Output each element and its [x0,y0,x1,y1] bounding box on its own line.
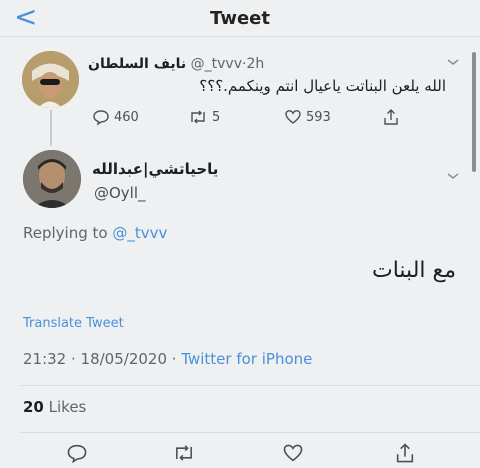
share-icon [384,109,398,125]
likes-summary[interactable]: 20 Likes [23,398,86,416]
share-button[interactable] [394,442,416,468]
like-count: 593 [306,109,331,125]
like-button[interactable]: 593 [284,108,331,126]
retweet-button[interactable] [172,442,196,468]
reply-count: 460 [114,109,139,125]
likes-count: 20 [23,398,44,416]
thread-line [50,110,52,146]
reply-icon [93,110,109,126]
tweet-timestamp: 21:32 · 18/05/2020 · [23,350,182,368]
avatar-image [23,150,81,208]
share-button[interactable] [382,108,400,126]
reply-icon [67,444,87,464]
tweet-text: مع البنات [372,258,456,283]
avatar[interactable] [22,51,79,108]
translate-tweet-link[interactable]: Translate Tweet [23,316,124,331]
tweet-action-bar [0,440,480,466]
client-link[interactable]: Twitter for iPhone [181,350,312,368]
replying-to-link[interactable]: @_tvvv [112,224,167,242]
username[interactable]: @Oyll_ [94,184,146,202]
display-name[interactable]: نايف السلطان [88,56,186,72]
display-name[interactable]: ياحياتشي|عبدالله [92,160,218,178]
tweet-metadata: 21:32 · 18/05/2020 · Twitter for iPhone [23,350,312,368]
username[interactable]: @_tvvv [191,56,242,72]
retweet-count: 5 [212,109,221,125]
retweet-icon [176,445,192,461]
chevron-down-icon[interactable] [446,170,460,185]
top-navigation-bar: < Tweet [0,0,480,37]
scrollbar[interactable] [472,52,476,172]
replying-to: Replying to @_tvvv [23,224,168,242]
tweet-header: نايف السلطان @_tvvv·2h [88,56,265,72]
divider [20,385,480,386]
reply-button[interactable] [66,442,88,468]
retweet-icon [191,110,205,124]
reply-button[interactable]: 460 [92,108,139,126]
page-title: Tweet [210,8,270,29]
tweet-text: الله يلعن البناتت ياعيال انتم وينكمم.؟؟؟ [199,77,446,95]
avatar[interactable] [23,150,81,208]
chevron-down-icon[interactable] [446,56,460,71]
like-button[interactable] [282,442,304,468]
likes-label: Likes [48,398,87,416]
divider [20,432,480,433]
heart-icon [285,110,301,124]
tweet-actions: 460 5 593 [88,108,438,132]
avatar-image [22,51,79,108]
heart-icon [283,444,303,462]
retweet-button[interactable]: 5 [188,108,220,126]
share-icon [396,443,414,463]
tweet-time: 2h [246,56,265,72]
